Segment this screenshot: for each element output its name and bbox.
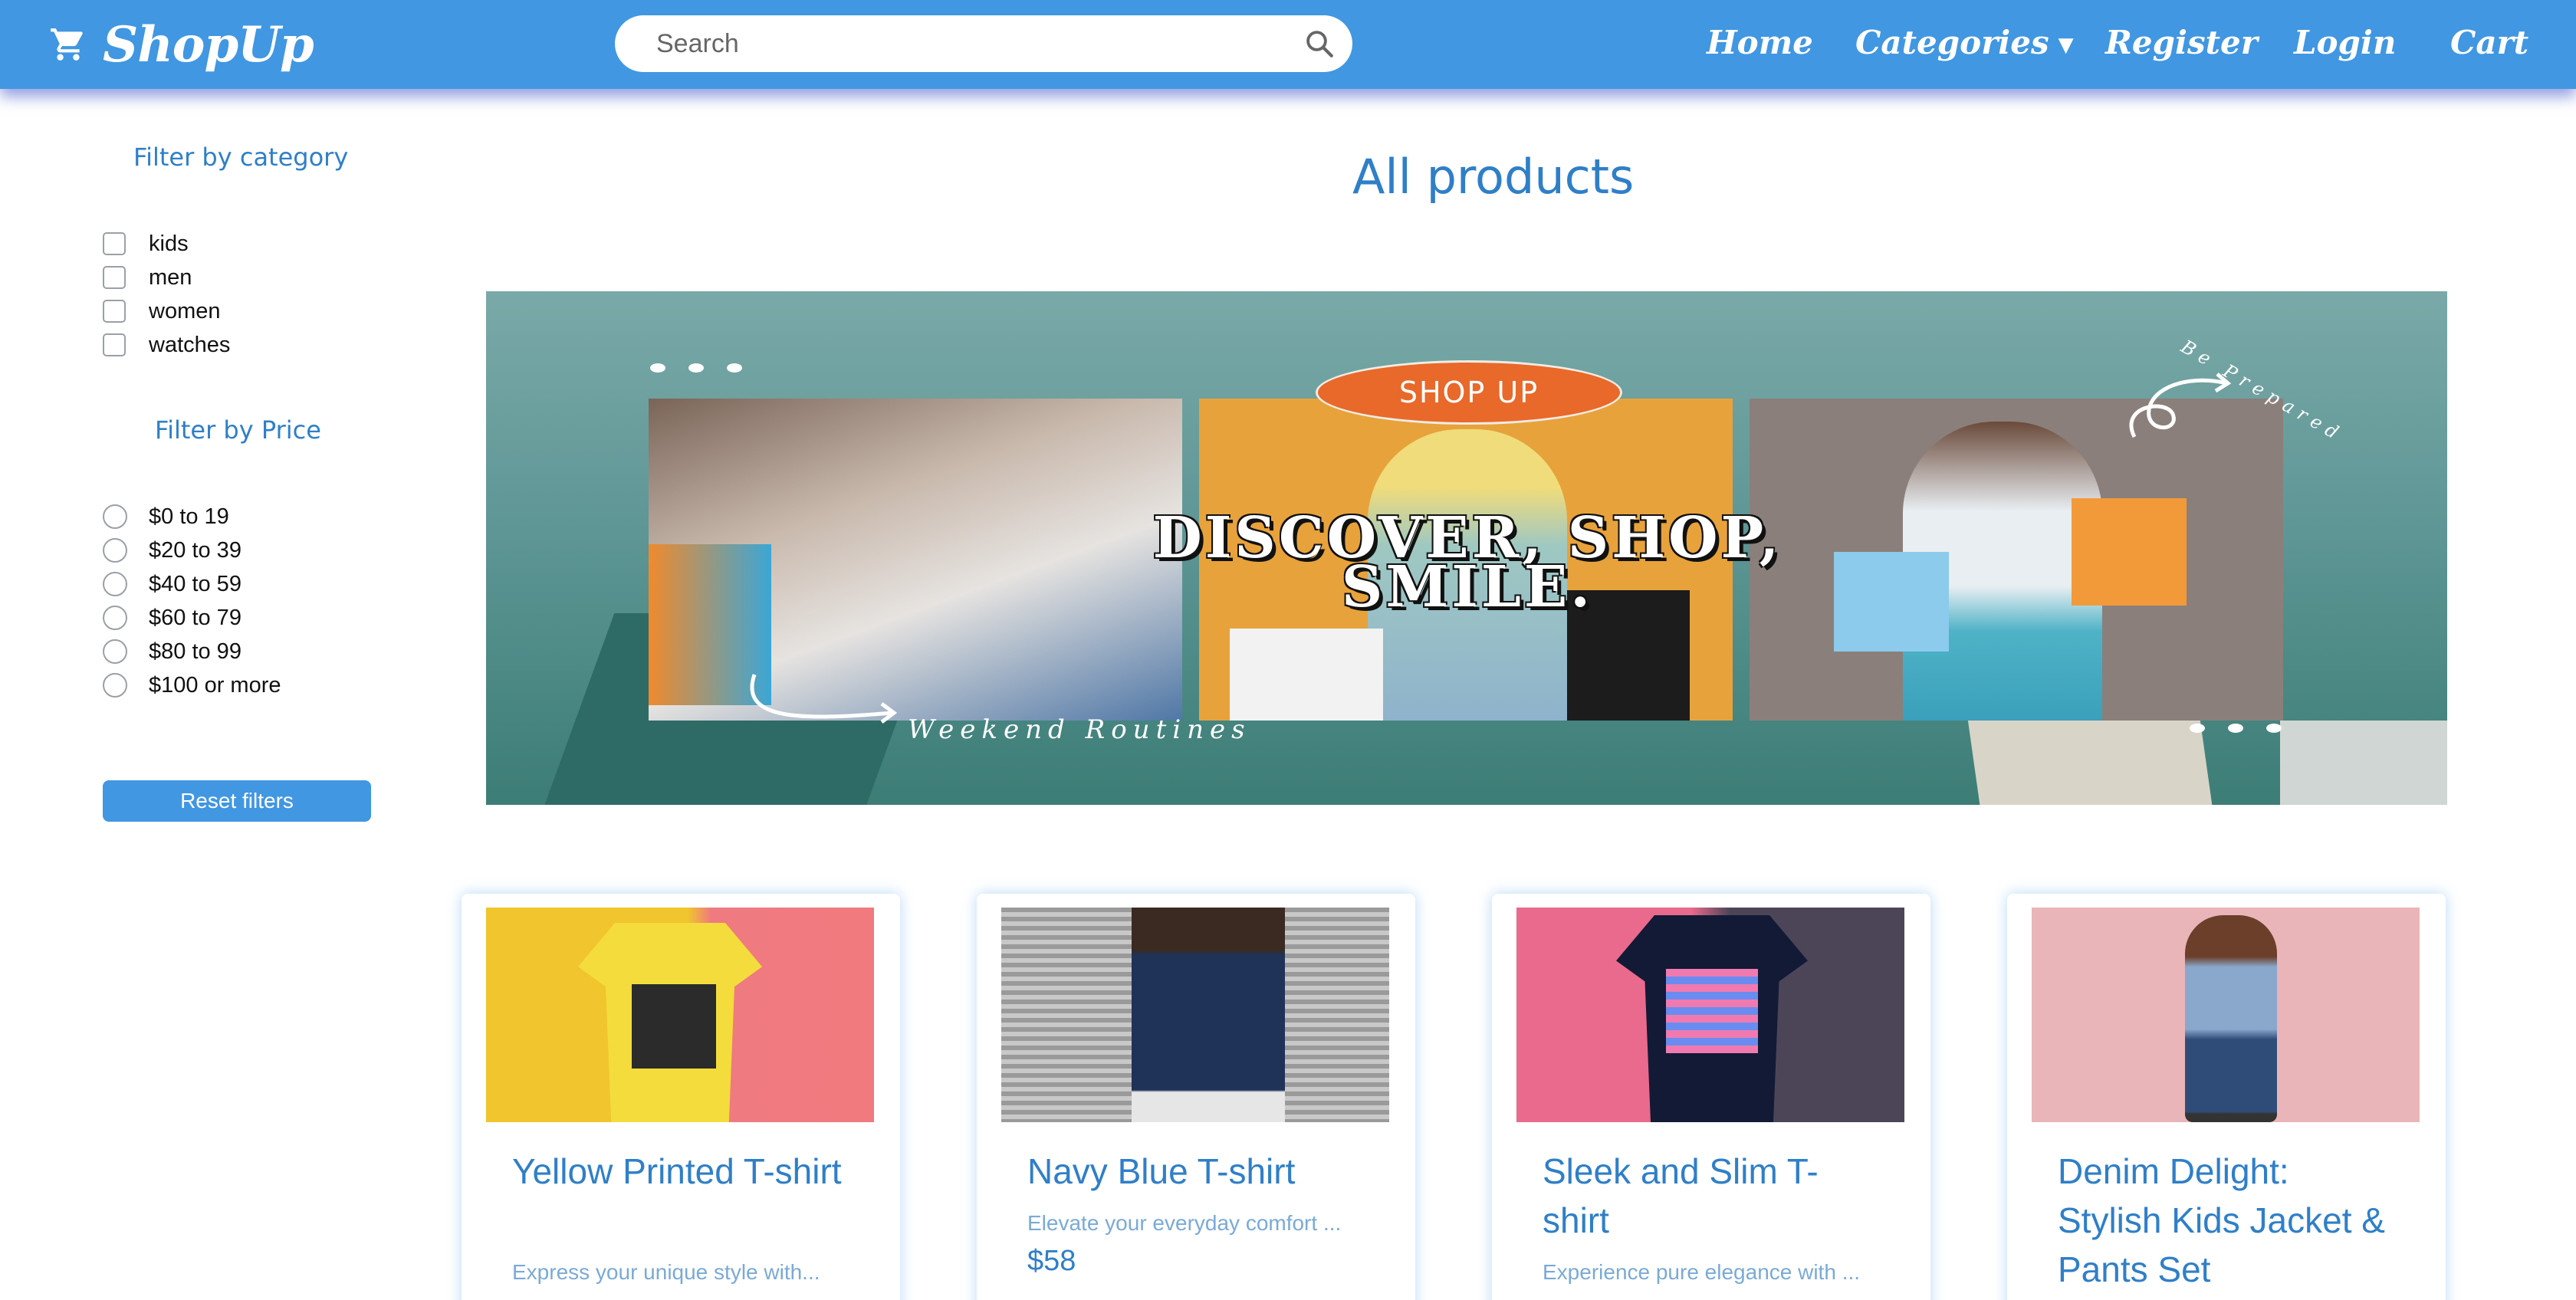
product-name[interactable]: Denim Delight: Stylish Kids Jacket & Pan… [2058,1147,2395,1294]
product-image[interactable] [486,908,874,1122]
nav-categories-dropdown[interactable]: Categories ▼ [1855,12,2074,74]
radio-button[interactable] [103,538,127,563]
price-label: $40 to 59 [149,571,242,596]
price-option[interactable]: $80 to 99 [103,636,242,667]
price-option[interactable]: $40 to 59 [103,569,242,599]
swirl-arrow-icon [750,674,898,724]
tshirt-print [1666,969,1758,1053]
product-card[interactable]: Denim Delight: Stylish Kids Jacket & Pan… [2007,894,2446,1300]
price-label: $60 to 79 [149,605,242,630]
search-icon[interactable] [1303,28,1336,60]
category-option-kids[interactable]: kids [103,228,189,259]
banner-tagline: Weekend Routines [908,714,1251,745]
search-input[interactable] [656,15,1270,72]
radio-button[interactable] [103,673,127,698]
radio-button[interactable] [103,639,127,664]
product-card[interactable]: Yellow Printed T-shirt Express your uniq… [462,894,900,1300]
brand-logo[interactable]: ShopUp [49,14,314,75]
category-option-men[interactable]: men [103,262,192,293]
person-image [2185,915,2277,1122]
radio-button[interactable] [103,606,127,630]
category-option-watches[interactable]: watches [103,330,230,360]
tshirt-print [632,984,716,1069]
shopping-bags-image [1230,629,1383,721]
banner-decor [2280,721,2447,805]
nav-categories-label: Categories [1855,24,2049,61]
category-option-women[interactable]: women [103,296,221,327]
product-image[interactable] [1516,908,1904,1122]
reset-filters-button[interactable]: Reset filters [103,780,371,822]
radio-button[interactable] [103,572,127,596]
price-label: $20 to 39 [149,537,242,563]
category-label: women [149,298,221,323]
page-title: All products [1352,149,1635,205]
checkbox[interactable] [103,232,126,255]
checkbox[interactable] [103,300,126,323]
checkbox[interactable] [103,333,126,356]
product-image[interactable] [2032,908,2420,1122]
top-navbar: ShopUp Home Categories ▼ Register Login C… [0,0,2576,89]
price-label: $100 or more [149,672,281,698]
banner-headline-line: SMILE. [1341,554,1594,620]
product-image[interactable] [1001,908,1389,1122]
product-description: Experience pure elegance with ... [1543,1260,1861,1284]
shop-up-badge: SHOP UP [1316,360,1622,425]
product-description: Express your unique style with... [512,1260,820,1284]
product-description: Elevate your everyday comfort ... [1027,1211,1342,1235]
price-label: $80 to 99 [149,639,242,664]
nav-cart-link[interactable]: Cart [2450,12,2528,74]
shopping-bags-image [2072,498,2187,606]
price-option[interactable]: $100 or more [103,670,281,701]
nav-register-link[interactable]: Register [2105,12,2258,74]
product-name[interactable]: Yellow Printed T-shirt [512,1147,849,1196]
filter-price-title: Filter by Price [155,415,321,445]
nav-home-link[interactable]: Home [1707,12,1813,74]
radio-button[interactable] [103,504,127,529]
person-image [1132,908,1285,1122]
category-label: men [149,264,192,290]
price-option[interactable]: $60 to 79 [103,602,242,633]
caret-down-icon: ▼ [2058,34,2074,57]
category-label: kids [149,231,189,256]
product-name[interactable]: Navy Blue T-shirt [1027,1147,1365,1196]
product-price: $58 [1027,1245,1076,1277]
brand-name: ShopUp [103,15,314,74]
banner-headline: DISCOVER, SHOP, SMILE. [946,510,1989,620]
search-bar [615,15,1352,72]
nav-login-link[interactable]: Login [2294,12,2396,74]
product-card[interactable]: Sleek and Slim T-shirt Experience pure e… [1492,894,1930,1300]
product-name[interactable]: Sleek and Slim T-shirt [1543,1147,1880,1245]
promo-banner[interactable]: SHOP UP DISCOVER, SHOP, SMILE. Weekend R… [486,291,2447,805]
product-card[interactable]: Navy Blue T-shirt Elevate your everyday … [977,894,1415,1300]
shopping-cart-icon [49,25,87,64]
category-label: watches [149,332,231,357]
price-option[interactable]: $20 to 39 [103,535,242,566]
price-option[interactable]: $0 to 19 [103,501,229,532]
price-label: $0 to 19 [149,504,229,529]
checkbox[interactable] [103,266,126,289]
filter-category-title: Filter by category [133,143,349,172]
